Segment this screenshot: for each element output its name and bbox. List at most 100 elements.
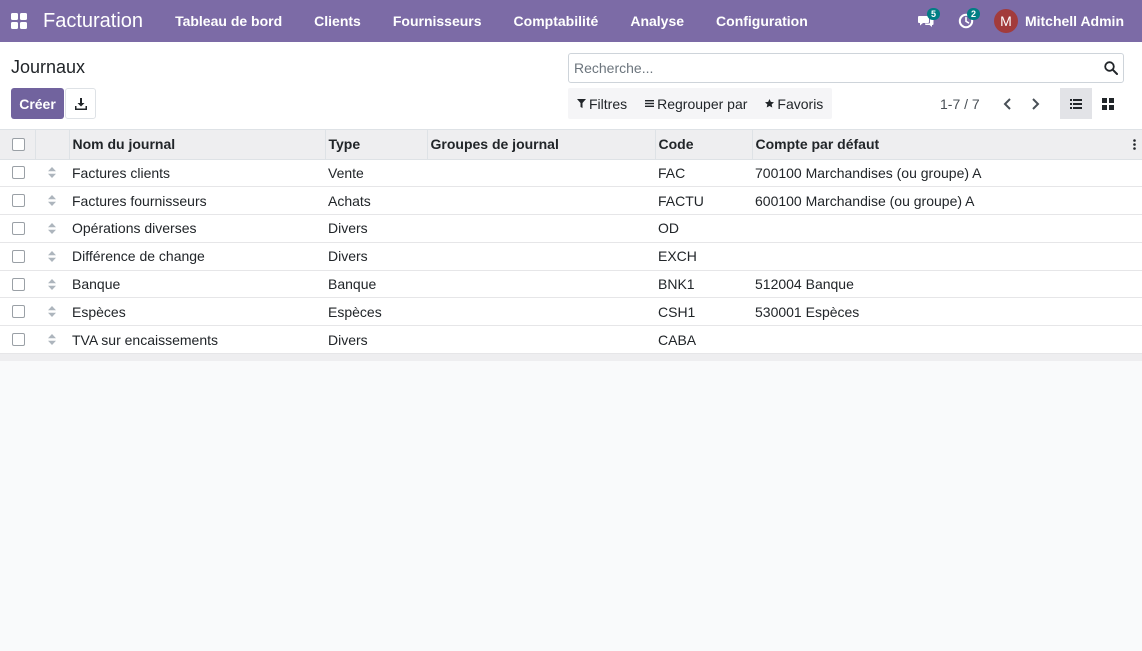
table-row[interactable]: TVA sur encaissements Divers CABA bbox=[0, 325, 1142, 355]
group-by-button[interactable]: Regrouper par bbox=[636, 88, 756, 119]
cell-groups[interactable] bbox=[427, 214, 655, 243]
cell-type[interactable]: Banque bbox=[325, 270, 427, 299]
row-select-cell[interactable] bbox=[0, 242, 35, 271]
cell-code[interactable]: CABA bbox=[655, 325, 752, 355]
row-handle-cell[interactable] bbox=[35, 270, 69, 299]
cell-groups[interactable] bbox=[427, 186, 655, 216]
column-header-type[interactable]: Type bbox=[325, 130, 428, 160]
drag-handle-icon[interactable] bbox=[48, 167, 56, 179]
row-select-cell[interactable] bbox=[0, 159, 35, 188]
cell-code[interactable]: BNK1 bbox=[655, 270, 752, 299]
export-button[interactable] bbox=[65, 88, 96, 119]
menu-item-configuration[interactable]: Configuration bbox=[700, 0, 824, 42]
menu-item-clients[interactable]: Clients bbox=[298, 0, 377, 42]
user-menu[interactable]: M Mitchell Admin bbox=[986, 0, 1142, 42]
cell-type[interactable]: Vente bbox=[325, 159, 427, 188]
cell-name[interactable]: Factures fournisseurs bbox=[69, 186, 325, 216]
select-all-cell[interactable] bbox=[0, 130, 36, 160]
column-header-default-account[interactable]: Compte par défaut bbox=[752, 130, 1142, 160]
select-all-checkbox[interactable] bbox=[12, 137, 25, 151]
cell-default-account[interactable]: 530001 Espèces bbox=[752, 297, 1142, 327]
menu-item-comptabilite[interactable]: Comptabilité bbox=[498, 0, 615, 42]
app-name[interactable]: Facturation bbox=[43, 10, 143, 33]
row-handle-cell[interactable] bbox=[35, 325, 69, 355]
row-checkbox[interactable] bbox=[12, 166, 25, 180]
cell-default-account[interactable] bbox=[752, 325, 1142, 355]
row-select-cell[interactable] bbox=[0, 214, 35, 243]
row-checkbox[interactable] bbox=[12, 277, 25, 291]
cell-name[interactable]: Différence de change bbox=[69, 242, 325, 271]
cell-groups[interactable] bbox=[427, 325, 655, 355]
cell-groups[interactable] bbox=[427, 159, 655, 188]
cell-name[interactable]: Opérations diverses bbox=[69, 214, 325, 243]
filters-button[interactable]: Filtres bbox=[568, 88, 636, 119]
cell-default-account[interactable]: 512004 Banque bbox=[752, 270, 1142, 299]
cell-groups[interactable] bbox=[427, 242, 655, 271]
drag-handle-icon[interactable] bbox=[48, 195, 56, 207]
table-row[interactable]: Banque Banque BNK1 512004 Banque bbox=[0, 270, 1142, 299]
cell-name[interactable]: Factures clients bbox=[69, 159, 325, 188]
row-select-cell[interactable] bbox=[0, 297, 35, 327]
column-header-code[interactable]: Code bbox=[655, 130, 753, 160]
menu-item-fournisseurs[interactable]: Fournisseurs bbox=[377, 0, 498, 42]
kanban-view-button[interactable] bbox=[1092, 88, 1124, 119]
row-handle-cell[interactable] bbox=[35, 186, 69, 216]
row-handle-cell[interactable] bbox=[35, 242, 69, 271]
row-handle-cell[interactable] bbox=[35, 214, 69, 243]
cell-default-account[interactable] bbox=[752, 242, 1142, 271]
cell-code[interactable]: OD bbox=[655, 214, 752, 243]
row-handle-cell[interactable] bbox=[35, 297, 69, 327]
cell-default-account[interactable] bbox=[752, 214, 1142, 243]
search-input[interactable] bbox=[569, 54, 1089, 82]
row-checkbox[interactable] bbox=[12, 221, 25, 235]
cell-type[interactable]: Divers bbox=[325, 214, 427, 243]
cell-default-account[interactable]: 700100 Marchandises (ou groupe) A bbox=[752, 159, 1142, 188]
cell-code[interactable]: FACTU bbox=[655, 186, 752, 216]
row-handle-cell[interactable] bbox=[35, 159, 69, 188]
cell-code[interactable]: FAC bbox=[655, 159, 752, 188]
row-checkbox[interactable] bbox=[12, 333, 25, 347]
pager-previous-button[interactable] bbox=[994, 88, 1022, 119]
column-header-name[interactable]: Nom du journal bbox=[69, 130, 326, 160]
cell-default-account[interactable]: 600100 Marchandise (ou groupe) A bbox=[752, 186, 1142, 216]
cell-type[interactable]: Achats bbox=[325, 186, 427, 216]
apps-menu-button[interactable] bbox=[0, 0, 38, 42]
drag-handle-icon[interactable] bbox=[48, 334, 56, 346]
cell-name[interactable]: Espèces bbox=[69, 297, 325, 327]
cell-name[interactable]: Banque bbox=[69, 270, 325, 299]
table-row[interactable]: Différence de change Divers EXCH bbox=[0, 242, 1142, 271]
row-select-cell[interactable] bbox=[0, 186, 35, 216]
drag-handle-icon[interactable] bbox=[48, 250, 56, 262]
pager-next-button[interactable] bbox=[1022, 88, 1050, 119]
table-row[interactable]: Espèces Espèces CSH1 530001 Espèces bbox=[0, 297, 1142, 327]
messages-button[interactable]: 5 bbox=[906, 0, 946, 42]
activities-button[interactable]: 2 bbox=[946, 0, 986, 42]
cell-name[interactable]: TVA sur encaissements bbox=[69, 325, 325, 355]
cell-code[interactable]: EXCH bbox=[655, 242, 752, 271]
list-view-button[interactable] bbox=[1060, 88, 1092, 119]
cell-groups[interactable] bbox=[427, 297, 655, 327]
row-checkbox[interactable] bbox=[12, 194, 25, 208]
create-button[interactable]: Créer bbox=[11, 88, 64, 119]
kebab-icon[interactable] bbox=[1133, 139, 1136, 150]
favorites-button[interactable]: Favoris bbox=[756, 88, 832, 119]
drag-handle-icon[interactable] bbox=[48, 278, 56, 290]
pager-value[interactable]: 1-7 / 7 bbox=[940, 96, 980, 112]
menu-item-tableau-de-bord[interactable]: Tableau de bord bbox=[159, 0, 298, 42]
cell-type[interactable]: Espèces bbox=[325, 297, 427, 327]
cell-code[interactable]: CSH1 bbox=[655, 297, 752, 327]
drag-handle-icon[interactable] bbox=[48, 222, 56, 234]
search-icon[interactable] bbox=[1104, 61, 1118, 75]
row-select-cell[interactable] bbox=[0, 270, 35, 299]
column-header-groups[interactable]: Groupes de journal bbox=[427, 130, 656, 160]
table-row[interactable]: Opérations diverses Divers OD bbox=[0, 214, 1142, 243]
row-checkbox[interactable] bbox=[12, 305, 25, 319]
drag-handle-icon[interactable] bbox=[48, 306, 56, 318]
cell-type[interactable]: Divers bbox=[325, 325, 427, 355]
table-row[interactable]: Factures fournisseurs Achats FACTU 60010… bbox=[0, 186, 1142, 216]
menu-item-analyse[interactable]: Analyse bbox=[614, 0, 700, 42]
table-row[interactable]: Factures clients Vente FAC 700100 Marcha… bbox=[0, 159, 1142, 188]
cell-groups[interactable] bbox=[427, 270, 655, 299]
row-checkbox[interactable] bbox=[12, 249, 25, 263]
cell-type[interactable]: Divers bbox=[325, 242, 427, 271]
